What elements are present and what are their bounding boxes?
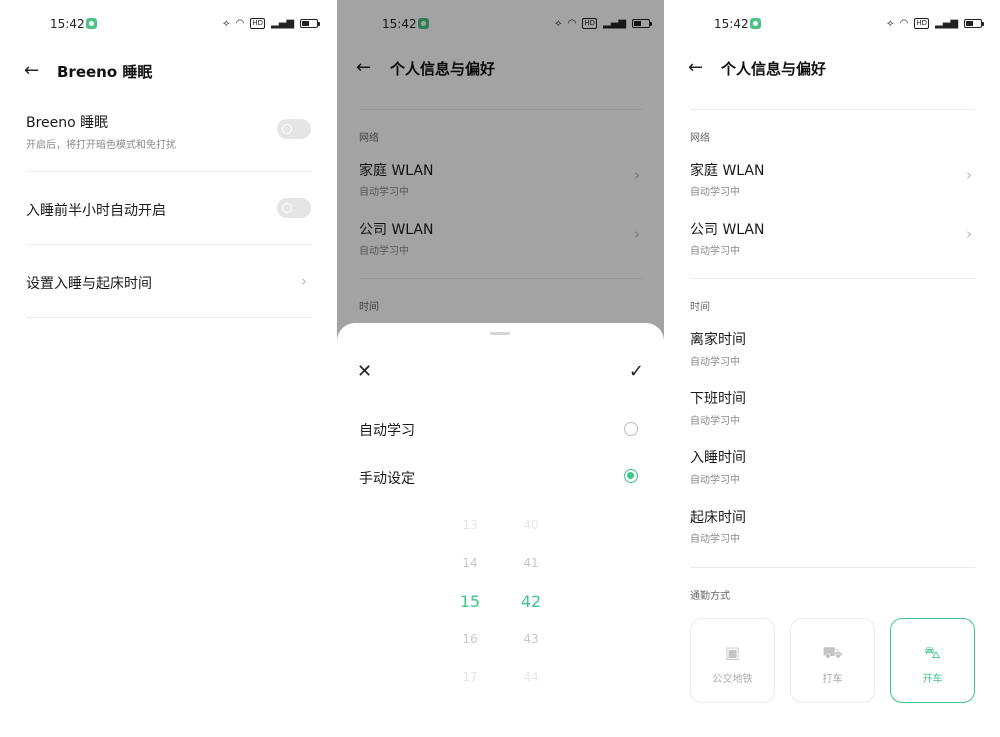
divider xyxy=(26,317,312,318)
option-label: 手动设定 xyxy=(359,471,415,487)
hour-value: 13 xyxy=(462,518,478,532)
status-bar: 15:42 ⟡ ◠ HD ▂▄▆ xyxy=(668,0,1000,48)
row-subtitle: 开启后，将打开暗色模式和免打扰 xyxy=(26,140,176,151)
vibrate-icon: ⟡ xyxy=(223,18,230,29)
row-title: 入睡前半小时自动开启 xyxy=(26,203,166,219)
car-icon: ⛍ xyxy=(924,643,941,662)
divider xyxy=(690,567,975,568)
signal-icon: ▂▄▆ xyxy=(935,18,959,29)
hd-icon: HD xyxy=(914,18,930,29)
item-subtitle: 自动学习中 xyxy=(690,187,740,198)
call-icon xyxy=(750,18,761,29)
hd-icon: HD xyxy=(250,18,266,29)
section-commute: 通勤方式 xyxy=(690,591,730,602)
item-title: 离家时间 xyxy=(690,332,746,348)
commute-label: 开车 xyxy=(922,674,943,685)
auto-start-toggle[interactable] xyxy=(277,198,311,218)
item-title: 下班时间 xyxy=(690,391,746,407)
header: ← Breeno 睡眠 xyxy=(0,51,332,91)
taxi-icon: ⛟ xyxy=(822,643,843,662)
hour-value: 16 xyxy=(462,632,478,646)
commute-card-bus-metro[interactable]: ▣ 公交地铁 xyxy=(690,618,775,703)
commute-card-taxi[interactable]: ⛟ 打车 xyxy=(790,618,875,703)
item-title: 入睡时间 xyxy=(690,450,746,466)
divider xyxy=(690,109,975,110)
minute-value: 43 xyxy=(523,632,539,646)
radio-auto-learn[interactable] xyxy=(624,422,638,436)
screen-breeno-sleep: 15:42 ⟡ ◠ HD ▂▄▆ ← Breeno 睡眠 Breeno 睡眠 开… xyxy=(0,0,332,737)
chevron-right-icon: › xyxy=(966,166,972,184)
commute-label: 公交地铁 xyxy=(712,674,753,685)
minute-value: 41 xyxy=(523,556,539,570)
item-title: 起床时间 xyxy=(690,510,746,526)
item-subtitle: 自动学习中 xyxy=(690,246,740,257)
status-icons: ⟡ ◠ HD ▂▄▆ xyxy=(887,17,985,30)
item-subtitle: 自动学习中 xyxy=(690,416,740,427)
bottom-sheet: ✕ ✓ 自动学习 手动设定 13 14 15 16 17 40 41 42 43… xyxy=(337,323,664,737)
chevron-right-icon: › xyxy=(301,272,307,290)
section-network: 网络 xyxy=(690,133,710,144)
hour-value-selected: 15 xyxy=(459,592,481,611)
divider xyxy=(26,171,312,172)
radio-manual-set[interactable] xyxy=(624,469,638,483)
page-title: Breeno 睡眠 xyxy=(57,62,153,81)
status-time: 15:42 xyxy=(50,17,85,31)
row-title: 设置入睡与起床时间 xyxy=(26,276,152,292)
option-label: 自动学习 xyxy=(359,423,415,439)
back-arrow-icon[interactable]: ← xyxy=(24,61,39,81)
wifi-icon: ◠ xyxy=(899,18,909,29)
item-subtitle: 自动学习中 xyxy=(690,534,740,545)
row-title: Breeno 睡眠 xyxy=(26,115,109,131)
breeno-sleep-toggle[interactable] xyxy=(277,119,311,139)
status-time: 15:42 xyxy=(714,17,749,31)
hour-value: 17 xyxy=(462,670,478,684)
screen-preferences: 15:42 ⟡ ◠ HD ▂▄▆ ← 个人信息与偏好 网络 家庭 WLAN 自动… xyxy=(668,0,1000,737)
chevron-right-icon: › xyxy=(966,225,972,243)
page-title: 个人信息与偏好 xyxy=(721,59,827,78)
battery-icon xyxy=(300,19,321,28)
item-subtitle: 自动学习中 xyxy=(690,357,740,368)
bus-icon: ▣ xyxy=(724,643,741,662)
commute-card-drive[interactable]: ⛍ 开车 xyxy=(890,618,975,703)
minute-value: 44 xyxy=(523,670,539,684)
item-subtitle: 自动学习中 xyxy=(690,475,740,486)
wifi-icon: ◠ xyxy=(235,18,245,29)
status-icons: ⟡ ◠ HD ▂▄▆ xyxy=(223,17,321,30)
divider xyxy=(690,278,975,279)
sheet-drag-handle[interactable] xyxy=(490,332,510,335)
signal-icon: ▂▄▆ xyxy=(271,18,295,29)
item-title: 公司 WLAN xyxy=(690,222,765,238)
section-time: 时间 xyxy=(690,302,710,313)
call-icon xyxy=(86,18,97,29)
close-icon[interactable]: ✕ xyxy=(357,361,372,382)
screen-preferences-sheet: 15:42 ⟡ ◠ HD ▂▄▆ ← 个人信息与偏好 网络 家庭 WLAN 自动… xyxy=(337,0,664,737)
item-title: 家庭 WLAN xyxy=(690,163,765,179)
back-arrow-icon[interactable]: ← xyxy=(688,58,703,78)
vibrate-icon: ⟡ xyxy=(887,18,894,29)
divider xyxy=(26,244,312,245)
minute-value-selected: 42 xyxy=(520,592,542,611)
header: ← 个人信息与偏好 xyxy=(668,48,1000,88)
minute-value: 40 xyxy=(523,518,539,532)
hour-value: 14 xyxy=(462,556,478,570)
confirm-check-icon[interactable]: ✓ xyxy=(629,361,644,382)
commute-label: 打车 xyxy=(822,674,843,685)
status-bar: 15:42 ⟡ ◠ HD ▂▄▆ xyxy=(0,0,332,48)
battery-icon xyxy=(964,19,985,28)
